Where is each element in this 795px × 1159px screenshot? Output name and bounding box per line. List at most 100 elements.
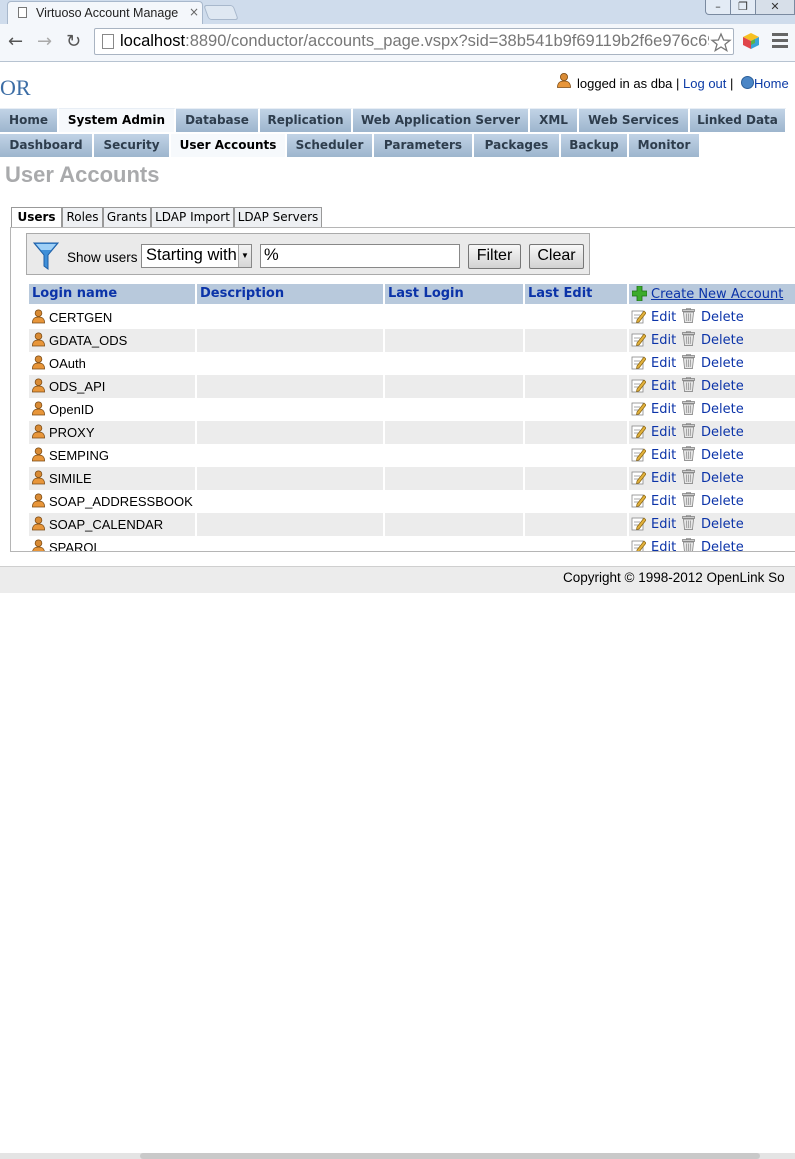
edit-pencil-icon[interactable] [631, 470, 646, 485]
filter-button[interactable]: Filter [468, 244, 521, 269]
trash-icon[interactable] [682, 377, 695, 392]
delete-link[interactable]: Delete [701, 448, 744, 463]
trash-icon[interactable] [682, 400, 695, 415]
reload-button[interactable]: ↻ [66, 31, 81, 52]
bookmark-star-icon[interactable] [709, 32, 733, 52]
edit-link[interactable]: Edit [651, 540, 676, 552]
submenu-item-security[interactable]: Security [94, 134, 171, 157]
browser-menu-icon[interactable] [772, 33, 788, 51]
horizontal-scrollbar[interactable] [0, 1153, 795, 1159]
menu-item-replication[interactable]: Replication [260, 108, 353, 132]
trash-icon[interactable] [682, 515, 695, 530]
trash-icon[interactable] [682, 538, 695, 552]
create-account-link[interactable]: Create New Account [651, 285, 783, 304]
maximize-button[interactable]: ❐ [730, 0, 756, 15]
copyright-text: Copyright © 1998-2012 OpenLink So [563, 570, 785, 585]
edit-link[interactable]: Edit [651, 379, 676, 394]
users-panel: Show users Starting with ▼ % Filter Clea… [10, 227, 795, 552]
logout-link[interactable]: Log out [683, 76, 726, 91]
trash-icon[interactable] [682, 354, 695, 369]
trash-icon[interactable] [682, 492, 695, 507]
delete-link[interactable]: Delete [701, 471, 744, 486]
tab-grants[interactable]: Grants [103, 207, 151, 228]
trash-icon[interactable] [682, 446, 695, 461]
trash-icon[interactable] [682, 469, 695, 484]
delete-link[interactable]: Delete [701, 333, 744, 348]
edit-pencil-icon[interactable] [631, 401, 646, 416]
login-name: SPARQL [49, 540, 101, 552]
submenu-item-dashboard[interactable]: Dashboard [0, 134, 94, 157]
match-mode-select[interactable]: Starting with ▼ [141, 244, 252, 268]
submenu-item-user-accounts[interactable]: User Accounts [171, 134, 287, 157]
delete-link[interactable]: Delete [701, 540, 744, 552]
tab-ldap-import[interactable]: LDAP Import [151, 207, 234, 228]
submenu-item-parameters[interactable]: Parameters [374, 134, 474, 157]
column-header-description[interactable]: Description [197, 284, 385, 304]
delete-link[interactable]: Delete [701, 517, 744, 532]
edit-pencil-icon[interactable] [631, 309, 646, 324]
edit-link[interactable]: Edit [651, 517, 676, 532]
home-link[interactable]: Home [754, 76, 789, 91]
menu-item-linked-data[interactable]: Linked Data [690, 108, 787, 132]
column-header-last-login[interactable]: Last Login [385, 284, 525, 304]
edit-link[interactable]: Edit [651, 425, 676, 440]
submenu-item-scheduler[interactable]: Scheduler [287, 134, 374, 157]
edit-pencil-icon[interactable] [631, 539, 646, 552]
edit-pencil-icon[interactable] [631, 332, 646, 347]
add-plus-icon[interactable] [632, 286, 647, 301]
delete-link[interactable]: Delete [701, 402, 744, 417]
edit-pencil-icon[interactable] [631, 516, 646, 531]
tab-users[interactable]: Users [11, 207, 62, 229]
delete-link[interactable]: Delete [701, 494, 744, 509]
edit-pencil-icon[interactable] [631, 447, 646, 462]
edit-link[interactable]: Edit [651, 471, 676, 486]
edit-pencil-icon[interactable] [631, 424, 646, 439]
submenu-item-monitor[interactable]: Monitor [629, 134, 701, 157]
dropdown-arrow-icon[interactable]: ▼ [238, 245, 251, 267]
new-tab-button[interactable] [203, 5, 238, 20]
menu-item-web-services[interactable]: Web Services [579, 108, 690, 132]
tab-close-icon[interactable]: × [189, 5, 199, 19]
back-button[interactable]: ← [8, 31, 23, 52]
edit-link[interactable]: Edit [651, 402, 676, 417]
edit-pencil-icon[interactable] [631, 355, 646, 370]
column-header-last-edit[interactable]: Last Edit [525, 284, 629, 304]
menu-item-home[interactable]: Home [0, 108, 59, 132]
menu-item-web-application-server[interactable]: Web Application Server [353, 108, 530, 132]
submenu-item-backup[interactable]: Backup [561, 134, 629, 157]
edit-link[interactable]: Edit [651, 448, 676, 463]
forward-button[interactable]: → [37, 31, 52, 52]
address-bar[interactable]: localhost:8890/conductor/accounts_page.v… [94, 28, 734, 55]
menu-item-database[interactable]: Database [176, 108, 260, 132]
menu-item-xml[interactable]: XML [530, 108, 579, 132]
scrollbar-thumb[interactable] [140, 1153, 760, 1159]
trash-icon[interactable] [682, 423, 695, 438]
edit-link[interactable]: Edit [651, 310, 676, 325]
main-menu: Home System Admin Database Replication W… [0, 108, 795, 132]
cell-description [197, 398, 385, 421]
menu-item-system-admin[interactable]: System Admin [59, 108, 176, 132]
trash-icon[interactable] [682, 331, 695, 346]
tab-ldap-servers[interactable]: LDAP Servers [234, 207, 322, 228]
column-header-login[interactable]: Login name [29, 284, 197, 304]
url-text[interactable]: localhost:8890/conductor/accounts_page.v… [120, 32, 725, 51]
home-globe-icon[interactable] [741, 76, 754, 89]
edit-link[interactable]: Edit [651, 333, 676, 348]
delete-link[interactable]: Delete [701, 379, 744, 394]
browser-tab[interactable]: Virtuoso Account Manage × [7, 1, 203, 24]
delete-link[interactable]: Delete [701, 310, 744, 325]
delete-link[interactable]: Delete [701, 356, 744, 371]
edit-link[interactable]: Edit [651, 356, 676, 371]
tab-roles[interactable]: Roles [62, 207, 103, 228]
extension-cube-icon[interactable] [742, 32, 760, 50]
minimize-button[interactable]: – [705, 0, 731, 15]
edit-pencil-icon[interactable] [631, 378, 646, 393]
submenu-item-packages[interactable]: Packages [474, 134, 561, 157]
window-close-button[interactable]: ✕ [755, 0, 795, 15]
clear-button[interactable]: Clear [529, 244, 584, 269]
edit-pencil-icon[interactable] [631, 493, 646, 508]
delete-link[interactable]: Delete [701, 425, 744, 440]
edit-link[interactable]: Edit [651, 494, 676, 509]
trash-icon[interactable] [682, 308, 695, 323]
user-filter-input[interactable]: % [260, 244, 460, 268]
